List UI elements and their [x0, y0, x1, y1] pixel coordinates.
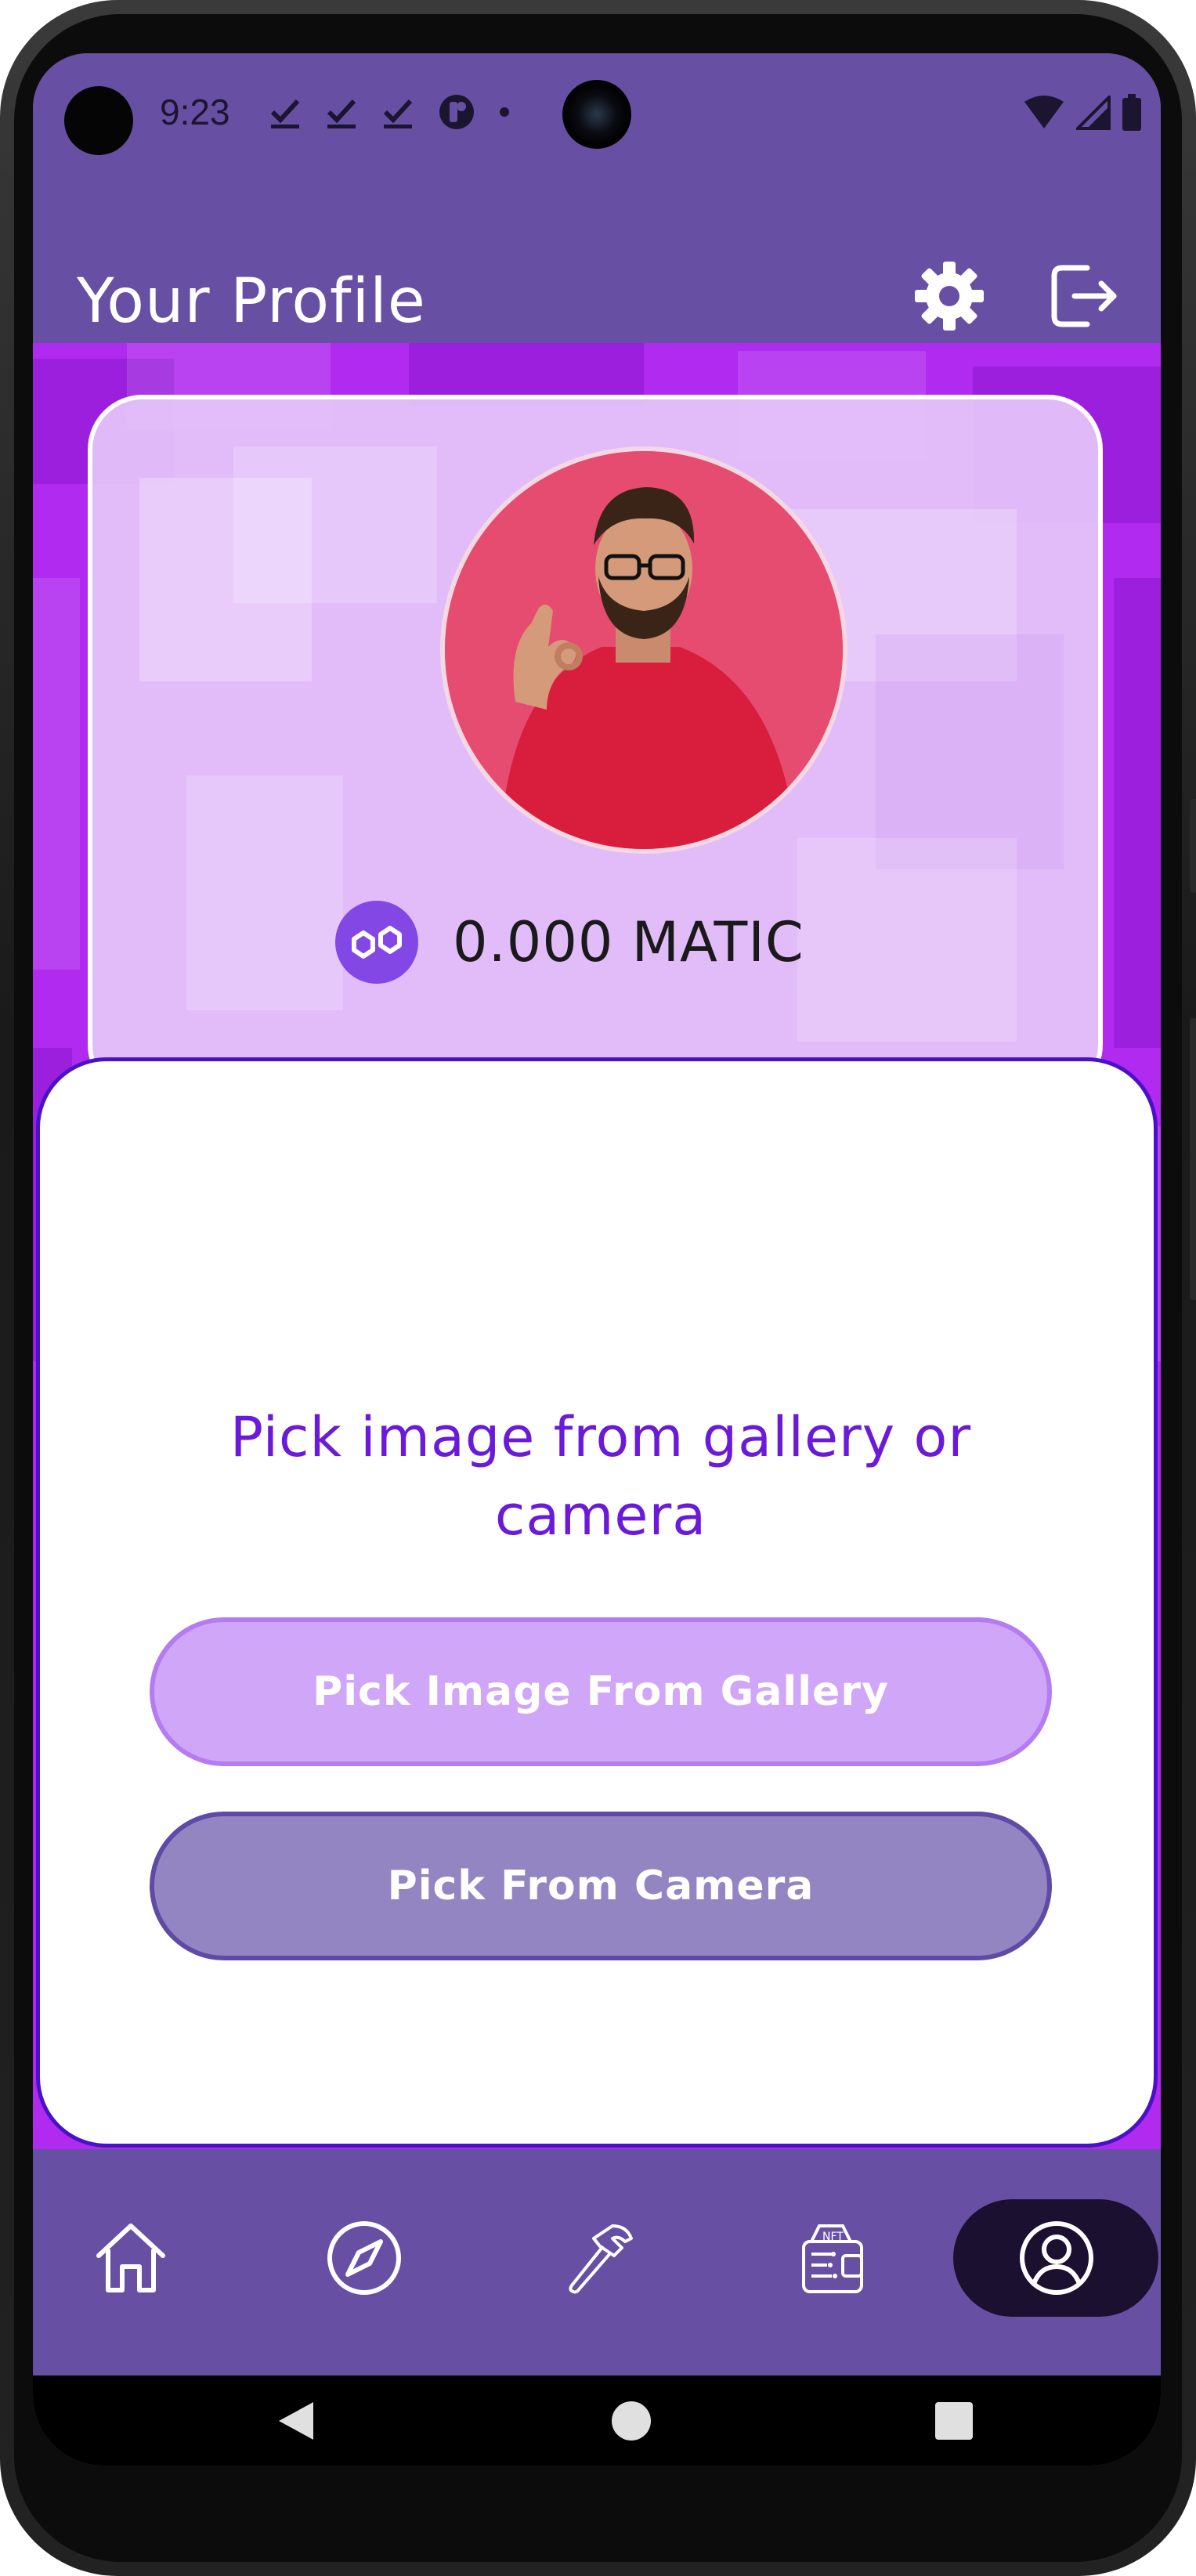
polygon-matic-icon — [335, 901, 418, 984]
nav-mint[interactable] — [540, 2199, 658, 2317]
settings-button[interactable] — [910, 257, 988, 335]
front-camera — [562, 80, 631, 149]
check-notification-icon — [327, 99, 356, 128]
page-title: Your Profile — [77, 266, 426, 337]
picker-title: Pick image from gallery or camera — [229, 1405, 972, 1548]
dot-icon — [500, 107, 509, 117]
nav-home[interactable] — [72, 2199, 190, 2317]
battery-icon — [1122, 94, 1141, 131]
image-picker-sheet: Pick image from gallery or camera Pick I… — [36, 1057, 1158, 2148]
wifi-icon — [1024, 96, 1064, 128]
home-circle-icon — [612, 2401, 651, 2441]
status-time: 9:23 — [160, 92, 230, 132]
status-bar: 9:23 — [33, 53, 1161, 171]
device-frame: 9:23 Your Profile 0.000 MATIC Pick image… — [0, 0, 1196, 2576]
notification-icons — [268, 92, 511, 132]
nav-nft-wallet[interactable]: NFT — [772, 2199, 890, 2317]
recents-square-icon — [935, 2402, 973, 2440]
back-button[interactable] — [273, 2397, 320, 2444]
recents-button[interactable] — [930, 2397, 977, 2444]
bottom-navigation: NFT — [33, 2149, 1161, 2376]
app-header: Your Profile — [33, 171, 1161, 343]
home-system-button[interactable] — [608, 2397, 655, 2444]
check-notification-icon — [270, 99, 300, 128]
avatar-photo — [445, 451, 843, 849]
signal-icon — [1076, 96, 1111, 130]
compass-icon — [327, 2221, 401, 2295]
home-icon — [96, 2224, 165, 2292]
wallet-balance: 0.000 MATIC — [453, 910, 804, 974]
camera-cutout — [64, 86, 133, 155]
system-navigation-bar — [33, 2375, 1161, 2466]
pick-gallery-button[interactable]: Pick Image From Gallery — [150, 1617, 1052, 1766]
profile-card: 0.000 MATIC — [88, 395, 1103, 1100]
profile-icon — [1020, 2221, 1093, 2295]
profile-avatar[interactable] — [440, 446, 847, 854]
volume-button — [1190, 1018, 1196, 1300]
logout-icon — [1051, 265, 1117, 327]
gear-icon — [915, 262, 984, 331]
nav-profile[interactable] — [998, 2199, 1115, 2317]
system-status-icons — [1023, 94, 1142, 132]
logout-button[interactable] — [1043, 257, 1122, 335]
pick-camera-button[interactable]: Pick From Camera — [150, 1812, 1052, 1960]
hammer-icon — [569, 2224, 633, 2294]
side-button — [1190, 799, 1196, 893]
back-triangle-icon — [279, 2402, 313, 2440]
phone-screen: 9:23 Your Profile 0.000 MATIC Pick image… — [33, 53, 1161, 2466]
nft-wallet-icon: NFT — [802, 2224, 863, 2293]
check-notification-icon — [383, 99, 413, 128]
nav-explore[interactable] — [305, 2199, 423, 2317]
app-notification-icon — [439, 95, 474, 129]
balance-row: 0.000 MATIC — [335, 901, 804, 984]
